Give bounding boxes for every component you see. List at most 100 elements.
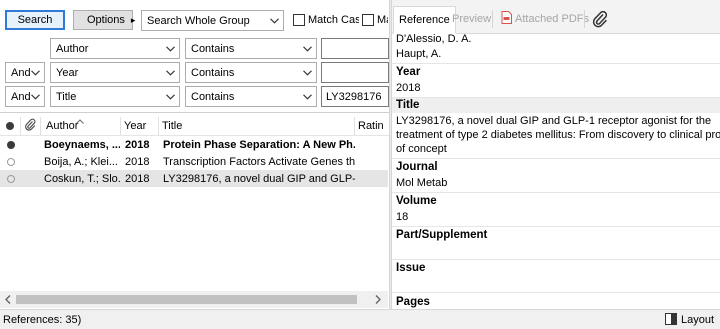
chevron-down-icon: [29, 67, 41, 79]
tab-preview[interactable]: Preview: [447, 6, 496, 32]
rating-column-header[interactable]: Ratin: [355, 117, 388, 135]
chevron-down-icon: [301, 43, 313, 55]
search-field-value-2: Year: [56, 66, 79, 79]
rating-column-label: Ratin: [358, 120, 384, 132]
layout-icon: [665, 312, 677, 328]
scroll-right-icon[interactable]: [373, 294, 383, 305]
search-connector-select-3[interactable]: And: [5, 86, 45, 107]
search-scope-value: Search Whole Group: [147, 14, 250, 27]
scroll-left-icon[interactable]: [3, 294, 13, 305]
search-field-select-1[interactable]: Author: [50, 38, 180, 59]
match-case-checkbox[interactable]: Match Case: [293, 13, 359, 27]
field-separator: [392, 192, 720, 193]
search-connector-select-2[interactable]: And: [5, 62, 45, 83]
read-status-cell: [0, 153, 21, 170]
search-button[interactable]: Search: [5, 10, 65, 30]
match-words-label: Ma: [377, 14, 388, 26]
caret-right-icon: ▸: [130, 14, 136, 25]
author-line[interactable]: Haupt, A.: [396, 48, 441, 60]
title-field-line[interactable]: LY3298176, a novel dual GIP and GLP-1 re…: [396, 115, 711, 127]
options-button-label: Options: [87, 14, 125, 26]
search-value-input-2[interactable]: [321, 62, 389, 83]
search-scope-select[interactable]: Search Whole Group: [141, 10, 284, 31]
list-item[interactable]: Boija, A.; Klei... 2018 Transcription Fa…: [0, 153, 388, 170]
reference-count: References: 35): [3, 314, 82, 326]
attachment-icon: [25, 118, 36, 134]
journal-field-label: Journal: [396, 161, 438, 173]
volume-field-value[interactable]: 18: [396, 211, 408, 223]
title-column-label: Title: [162, 120, 183, 132]
tab-attached-pdfs[interactable]: Attached PDFs: [496, 6, 594, 32]
search-field-select-2[interactable]: Year: [50, 62, 180, 83]
title-field-line[interactable]: of concept: [396, 143, 447, 155]
chevron-down-icon: [301, 67, 313, 79]
pages-field-label: Pages: [396, 296, 430, 308]
title-column-header[interactable]: Title: [159, 117, 355, 135]
read-status-column-header[interactable]: [0, 117, 21, 135]
author-cell: Boija, A.; Klei...: [44, 155, 118, 168]
layout-button[interactable]: Layout: [665, 312, 717, 328]
author-line[interactable]: D'Alessio, D. A.: [396, 33, 471, 45]
year-cell: 2018: [125, 172, 150, 185]
search-button-label: Search: [17, 14, 53, 26]
pdf-icon: [501, 11, 512, 27]
part-supplement-field-label: Part/Supplement: [396, 229, 488, 241]
chevron-down-icon: [164, 91, 176, 103]
author-cell: Coskun, T.; Slo...: [44, 172, 120, 185]
journal-field-value[interactable]: Mol Metab: [396, 177, 447, 189]
scrollbar-thumb[interactable]: [16, 295, 357, 304]
search-connector-value-3: And: [11, 90, 31, 103]
title-cell: Protein Phase Separation: A New Ph...: [163, 138, 355, 151]
search-value-input-3[interactable]: LY3298176: [321, 86, 389, 107]
read-status-cell: [0, 170, 21, 187]
title-field-label: Title: [396, 99, 420, 111]
tab-attached-pdfs-label: Attached PDFs: [515, 13, 589, 25]
year-column-label: Year: [124, 120, 147, 132]
tab-reference-label: Reference: [399, 14, 450, 26]
search-operator-value-2: Contains: [191, 66, 235, 79]
title-field-band: [392, 98, 720, 113]
field-separator: [392, 158, 720, 159]
chevron-down-icon: [29, 91, 41, 103]
search-operator-value-3: Contains: [191, 90, 235, 103]
title-field-line[interactable]: treatment of type 2 diabetes mellitus: F…: [396, 129, 720, 141]
search-value-text-3: LY3298176: [326, 90, 382, 103]
pane-splitter[interactable]: [389, 0, 392, 309]
tab-separator: [492, 10, 493, 28]
field-separator: [392, 226, 720, 227]
list-item[interactable]: Boeynaems, ... 2018 Protein Phase Separa…: [0, 136, 388, 153]
author-column-header[interactable]: Author: [41, 117, 121, 135]
read-status-dot-icon: [6, 174, 15, 183]
tab-separator: [584, 10, 585, 28]
list-item[interactable]: Coskun, T.; Slo... 2018 LY3298176, a nov…: [0, 170, 388, 187]
attachment-column-header[interactable]: [21, 117, 41, 135]
volume-field-label: Volume: [396, 195, 437, 207]
year-field-value[interactable]: 2018: [396, 82, 420, 94]
match-words-checkbox[interactable]: Ma: [362, 13, 388, 27]
list-divider: [0, 112, 390, 113]
attachment-icon[interactable]: [592, 10, 608, 28]
search-operator-select-3[interactable]: Contains: [185, 86, 317, 107]
read-status-cell: [0, 136, 21, 153]
field-separator: [392, 63, 720, 64]
search-operator-select-2[interactable]: Contains: [185, 62, 317, 83]
chevron-down-icon: [164, 67, 176, 79]
status-bar: References: 35) Layout: [0, 309, 720, 329]
horizontal-scrollbar[interactable]: [0, 291, 388, 308]
checkbox-box: [293, 14, 305, 26]
chevron-down-icon: [301, 91, 313, 103]
checkbox-box: [362, 14, 374, 26]
read-status-dot-icon: [6, 140, 15, 149]
search-field-select-3[interactable]: Title: [50, 86, 180, 107]
search-connector-value-2: And: [11, 66, 31, 79]
chevron-down-icon: [268, 15, 280, 27]
title-cell: Transcription Factors Activate Genes thr…: [163, 155, 355, 168]
read-status-dot-icon: [6, 157, 15, 166]
tab-preview-label: Preview: [452, 13, 492, 25]
options-button[interactable]: Options ▸: [73, 10, 136, 30]
year-column-header[interactable]: Year: [121, 117, 159, 135]
search-value-input-1[interactable]: [321, 38, 389, 59]
read-status-dot-icon: [6, 122, 14, 130]
search-operator-select-1[interactable]: Contains: [185, 38, 317, 59]
search-field-value-1: Author: [56, 42, 89, 55]
